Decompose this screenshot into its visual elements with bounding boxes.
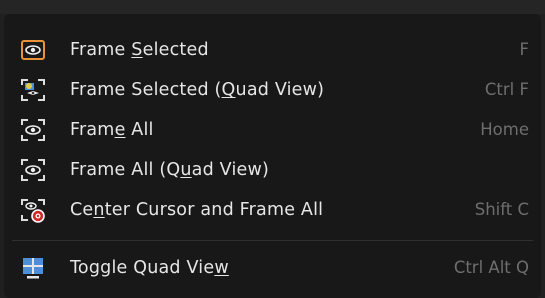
menu-separator [12, 240, 533, 241]
center-cursor-icon [20, 197, 46, 223]
view-frame-menu: Frame Selected F Frame Selected (Quad Vi… [4, 14, 541, 298]
viewport-background: Frame Selected F Frame Selected (Quad Vi… [0, 0, 545, 298]
menu-item-label: Frame Selected [70, 40, 209, 60]
shortcut-label: Shift C [474, 200, 529, 219]
frame-selected-icon [20, 37, 46, 63]
shortcut-label: F [519, 40, 530, 59]
shortcut-label: Ctrl Alt Q [453, 258, 529, 277]
menu-item-label: Frame Selected (Quad View) [70, 80, 325, 100]
header-strip [0, 0, 545, 14]
frame-selected-quad-icon [20, 77, 46, 103]
shortcut-label: Home [480, 120, 529, 139]
toggle-quad-view-icon [20, 255, 46, 281]
menu-item-label: Frame All (Quad View) [70, 160, 270, 180]
menu-item-frame-selected[interactable]: Frame Selected F [4, 30, 541, 70]
menu-item-label: Toggle Quad View [70, 258, 229, 278]
frame-all-quad-icon [20, 157, 46, 183]
frame-all-icon [20, 117, 46, 143]
menu-item-center-cursor-frame-all[interactable]: Center Cursor and Frame All Shift C [4, 190, 541, 230]
menu-item-frame-all[interactable]: Frame All Home [4, 110, 541, 150]
shortcut-label: Ctrl F [484, 80, 529, 99]
menu-item-label: Center Cursor and Frame All [70, 200, 324, 220]
menu-item-label: Frame All [70, 120, 154, 140]
menu-item-frame-selected-quad-view[interactable]: Frame Selected (Quad View) Ctrl F [4, 70, 541, 110]
menu-item-frame-all-quad-view[interactable]: Frame All (Quad View) [4, 150, 541, 190]
menu-item-toggle-quad-view[interactable]: Toggle Quad View Ctrl Alt Q [4, 248, 541, 288]
